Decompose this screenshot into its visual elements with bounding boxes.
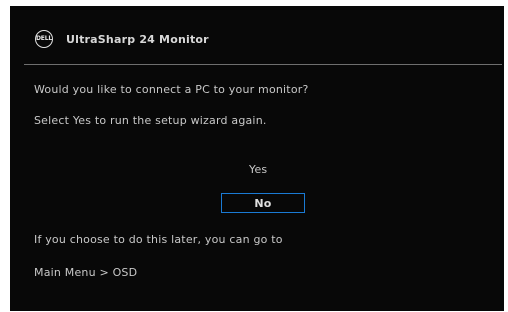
- monitor-title: UltraSharp 24 Monitor: [66, 33, 209, 46]
- main-menu-path[interactable]: Main Menu > OSD: [34, 266, 137, 279]
- setup-instruction: Select Yes to run the setup wizard again…: [34, 114, 267, 127]
- setup-question: Would you like to connect a PC to your m…: [34, 83, 309, 96]
- title-bar: DELL UltraSharp 24 Monitor: [10, 6, 504, 61]
- no-option-button[interactable]: No: [221, 193, 305, 213]
- title-divider: [24, 64, 502, 65]
- logo-text: DELL: [36, 35, 52, 42]
- dell-logo-icon: DELL: [35, 30, 53, 48]
- later-hint: If you choose to do this later, you can …: [34, 233, 283, 246]
- osd-dialog: DELL UltraSharp 24 Monitor Would you lik…: [10, 6, 504, 311]
- yes-option[interactable]: Yes: [249, 163, 267, 176]
